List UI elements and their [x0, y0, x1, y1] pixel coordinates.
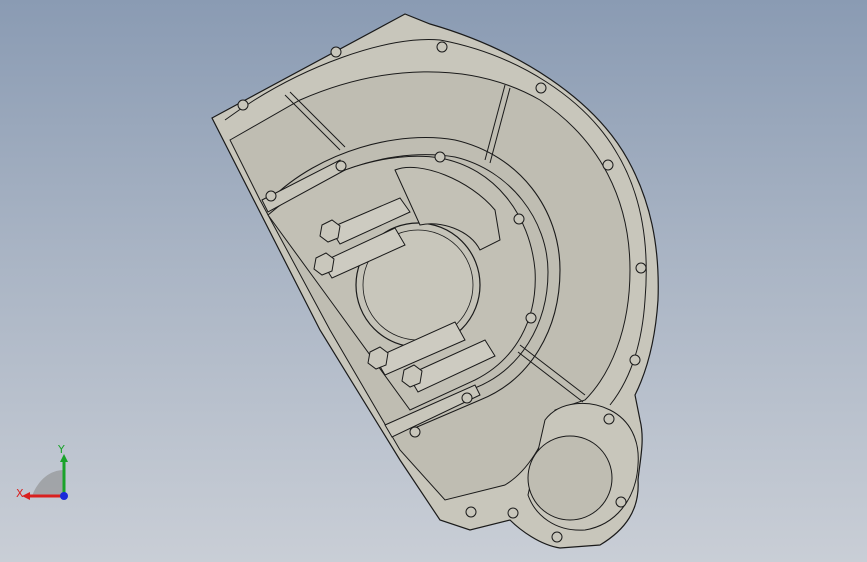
graphics-viewport[interactable]: X Y: [0, 0, 867, 562]
x-axis-label: X: [16, 487, 24, 500]
z-axis-dot: [60, 492, 68, 500]
triad-plane-shade: [32, 470, 64, 496]
flywheel-housing-model[interactable]: [0, 0, 867, 562]
y-axis-label: Y: [58, 443, 65, 456]
starter-bore: [527, 435, 613, 521]
axis-triad[interactable]: X Y: [10, 440, 80, 510]
